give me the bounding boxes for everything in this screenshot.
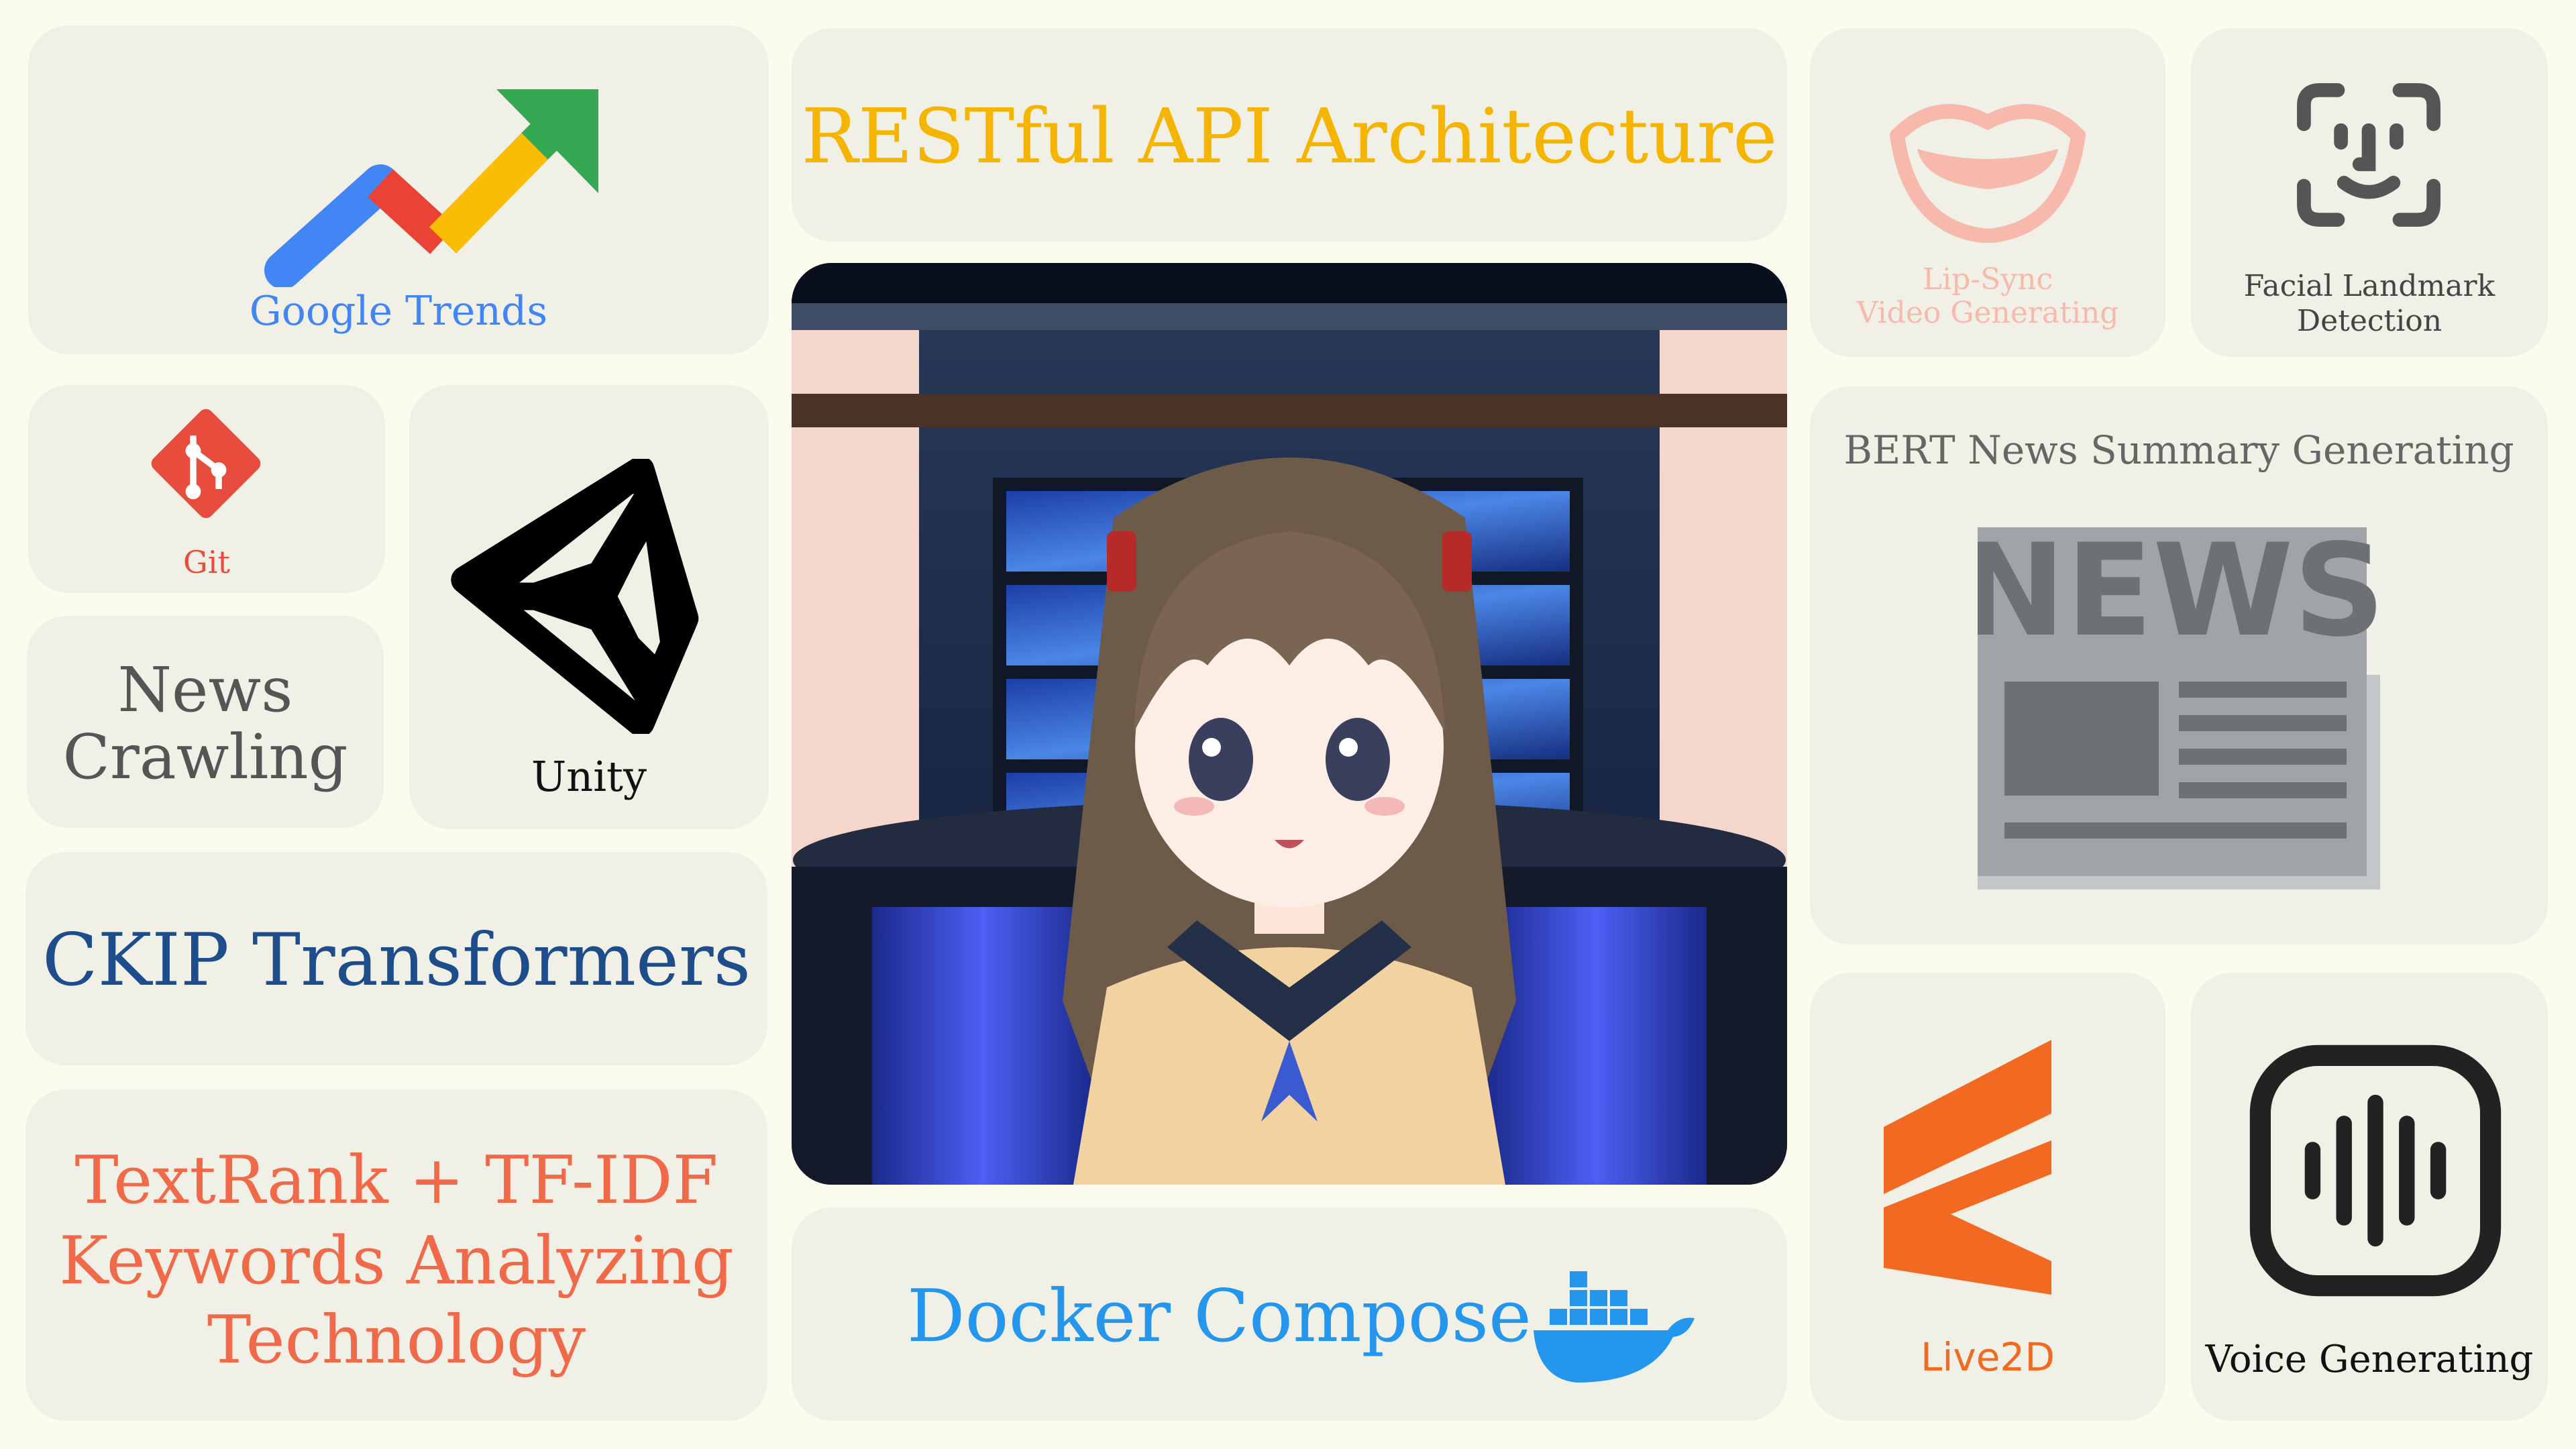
unity-label: Unity: [531, 752, 647, 801]
docker-label: Docker Compose: [907, 1275, 1532, 1358]
bert-card: BERT News Summary Generating NEWS: [1810, 386, 2548, 945]
unity-logo-icon: [451, 459, 699, 734]
bert-label: BERT News Summary Generating: [1843, 427, 2514, 473]
git-label: Git: [183, 544, 230, 580]
ckip-card: CKIP Transformers: [25, 852, 767, 1065]
news-crawling-card: News Crawling: [27, 616, 384, 828]
restful-card: RESTful API Architecture: [792, 28, 1787, 241]
lipsync-card: Lip-Sync Video Generating: [1810, 28, 2165, 357]
face-scan-icon: [2297, 83, 2440, 227]
landmark-card: Facial Landmark Detection: [2191, 28, 2548, 357]
live2d-label: Live2D: [1921, 1334, 2055, 1380]
google-trends-label: Google Trends: [249, 288, 548, 335]
live2d-logo-icon: [1884, 1040, 2051, 1295]
restful-label: RESTful API Architecture: [801, 93, 1778, 180]
news-crawling-line1: News: [117, 654, 293, 726]
news-studio-illustration: [792, 263, 1787, 1185]
trending-up-icon: [264, 89, 598, 287]
textrank-line3: Technology: [207, 1302, 586, 1379]
news-crawling-line2: Crawling: [62, 721, 348, 793]
voice-card: Voice Generating: [2191, 973, 2548, 1421]
docker-whale-icon: [1534, 1271, 1695, 1383]
landmark-line1: Facial Landmark: [2243, 269, 2496, 303]
voice-label: Voice Generating: [2205, 1338, 2534, 1381]
mouth-icon: [1890, 104, 2086, 243]
lipsync-line2: Video Generating: [1856, 296, 2119, 330]
unity-card: Unity: [409, 385, 769, 829]
git-card: Git: [28, 385, 385, 593]
newspaper-icon: NEWS: [1978, 527, 2380, 890]
textrank-card: TextRank + TF-IDF Keywords Analyzing Tec…: [25, 1089, 767, 1421]
landmark-line2: Detection: [2296, 304, 2443, 338]
lipsync-line1: Lip-Sync: [1922, 262, 2053, 297]
voice-wave-icon: [2249, 1044, 2502, 1297]
ckip-label: CKIP Transformers: [42, 918, 751, 1002]
textrank-line1: TextRank + TF-IDF: [74, 1142, 718, 1219]
live2d-card: Live2D: [1810, 973, 2165, 1421]
docker-card: Docker Compose: [792, 1208, 1787, 1421]
newspaper-icon-text: NEWS: [1978, 527, 2380, 665]
textrank-line2: Keywords Analyzing: [59, 1223, 734, 1299]
anime-news-anchor-image: [792, 263, 1787, 1185]
google-trends-card: Google Trends: [28, 25, 769, 354]
git-logo-icon: [151, 409, 261, 519]
